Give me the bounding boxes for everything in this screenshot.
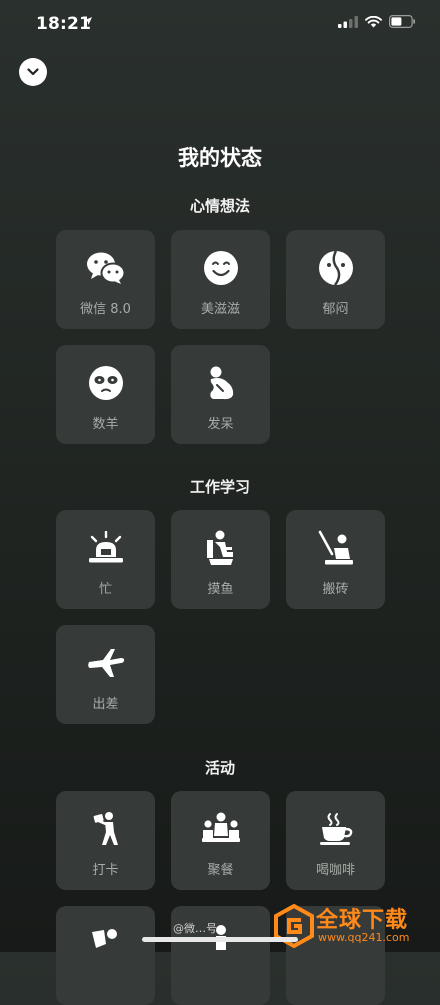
status-label: 微信 8.0	[80, 302, 131, 317]
page-title: 我的状态	[178, 146, 262, 170]
status-tile-business-trip[interactable]: 出差	[56, 625, 155, 724]
status-tile-slacking[interactable]: 摸鱼	[171, 510, 270, 609]
watermark-url: www.qq241.com	[318, 931, 410, 944]
cellular-signal-icon	[338, 15, 358, 28]
leaf-face-icon	[318, 250, 353, 286]
airplane-icon	[87, 649, 124, 677]
status-tile-hard-work[interactable]: 搬砖	[286, 510, 385, 609]
mood-grid: 微信 8.0 美滋滋 郁闷 数羊 发呆	[56, 230, 386, 444]
status-label: 忙	[98, 582, 112, 597]
status-tile-dinner[interactable]: 聚餐	[171, 791, 270, 890]
chevron-down-icon	[27, 68, 39, 76]
status-tile-partial[interactable]	[56, 906, 155, 1005]
group-dinner-icon	[201, 812, 240, 842]
wifi-icon	[365, 15, 382, 27]
wechat-icon	[86, 252, 125, 284]
coffee-cup-icon	[319, 813, 352, 845]
status-label: 郁闷	[322, 302, 349, 317]
watermark: 全球下载 www.qq241.com	[272, 900, 440, 952]
work-grid: 忙 摸鱼 搬砖 出差	[56, 510, 386, 724]
status-tile-coffee[interactable]: 喝咖啡	[286, 791, 385, 890]
status-label: 数羊	[92, 417, 119, 432]
walking-photo-icon	[93, 812, 118, 845]
status-label: 发呆	[207, 417, 234, 432]
status-tile-gloomy[interactable]: 郁闷	[286, 230, 385, 329]
section-title-work: 工作学习	[189, 478, 250, 496]
status-tile-busy[interactable]: 忙	[56, 510, 155, 609]
home-indicator[interactable]	[142, 937, 298, 942]
status-tile-daydream[interactable]: 发呆	[171, 345, 270, 444]
activity-grid: 打卡 聚餐 喝咖啡	[56, 791, 386, 890]
status-tile-check-in[interactable]: 打卡	[56, 791, 155, 890]
battery-icon	[389, 15, 415, 28]
status-tile-happy[interactable]: 美滋滋	[171, 230, 270, 329]
status-label: 出差	[92, 697, 119, 712]
weibo-handle: @微…号	[173, 922, 217, 935]
status-label: 美滋滋	[200, 302, 240, 317]
location-arrow-icon	[84, 17, 92, 25]
toilet-person-icon	[206, 530, 233, 565]
status-label: 摸鱼	[207, 582, 234, 597]
status-label: 喝咖啡	[315, 863, 355, 878]
worker-icon	[318, 530, 353, 565]
status-label: 搬砖	[322, 582, 349, 597]
siren-laptop-icon	[88, 531, 123, 563]
sheep-face-icon	[88, 366, 123, 400]
section-title-activity: 活动	[204, 759, 235, 777]
cup-person-icon	[92, 929, 117, 948]
status-tile-counting-sheep[interactable]: 数羊	[56, 345, 155, 444]
status-bar: 18:21	[0, 0, 440, 48]
collapse-button[interactable]	[19, 58, 47, 86]
status-label: 聚餐	[207, 863, 234, 878]
status-label: 打卡	[92, 863, 119, 878]
status-tile-wechat[interactable]: 微信 8.0	[56, 230, 155, 329]
smile-face-icon	[203, 251, 238, 285]
section-title-mood: 心情想法	[189, 197, 250, 215]
watermark-text: 全球下载	[316, 908, 409, 933]
daydream-icon	[209, 366, 233, 400]
